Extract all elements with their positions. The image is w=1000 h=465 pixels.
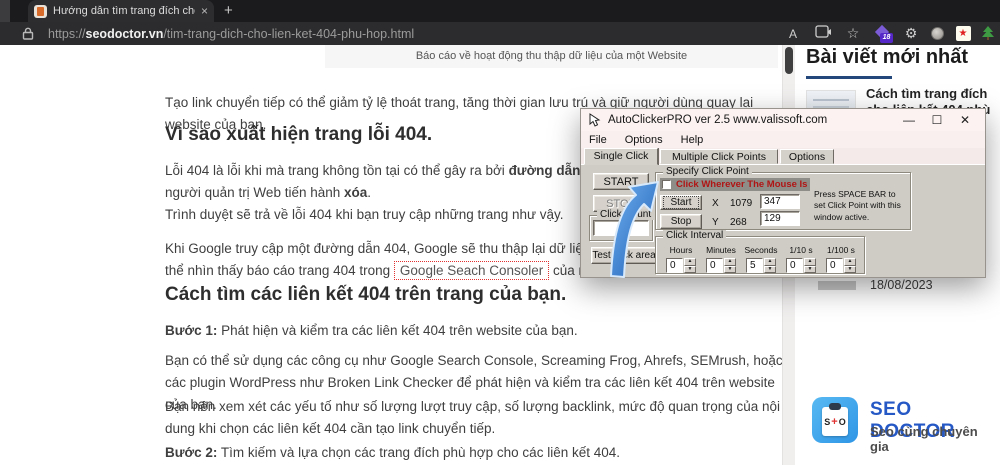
seconds-spinner[interactable]: 5 ▲▼: [746, 258, 776, 273]
extension-icon-star[interactable]: ★: [950, 26, 976, 41]
hundredths-label: 1/100 s: [822, 245, 860, 255]
sidebar-heading: Bài viết mới nhất: [806, 46, 968, 69]
extension-icon-purple[interactable]: 18: [868, 22, 898, 45]
tenths-label: 1/10 s: [782, 245, 820, 255]
y-position: 268: [730, 217, 747, 228]
step2-label: Bước 2:: [165, 445, 217, 460]
url-path: /tim-trang-dich-cho-lien-ket-404-phu-hop…: [163, 27, 414, 41]
menu-help[interactable]: Help: [681, 134, 704, 146]
minimize-button[interactable]: —: [895, 113, 923, 127]
tenths-spinner[interactable]: 0 ▲▼: [786, 258, 816, 273]
post-date: 18/08/2023: [870, 278, 933, 292]
sidebar-heading-underline: [806, 76, 892, 79]
y-label: Y: [712, 217, 719, 228]
y-input[interactable]: 129: [760, 211, 800, 226]
menu-options[interactable]: Options: [625, 134, 663, 146]
article-paragraph-7: Bạn nên xem xét các yếu tố như số lượng …: [165, 396, 783, 440]
hundredths-spinner[interactable]: 0 ▲▼: [826, 258, 856, 273]
site-logo[interactable]: S+O SEO DOCTOR Seo cùng chuyên gia: [812, 397, 998, 445]
menu-file[interactable]: File: [589, 134, 607, 146]
post-meta-remnant: [818, 281, 856, 290]
mouse-follow-strip: Click Wherever The Mouse Is: [660, 178, 810, 191]
seconds-down-icon[interactable]: ▼: [764, 266, 776, 274]
seconds-up-icon[interactable]: ▲: [764, 258, 776, 266]
hours-up-icon[interactable]: ▲: [684, 258, 696, 266]
minutes-spinner[interactable]: 0 ▲▼: [706, 258, 736, 273]
tenths-up-icon[interactable]: ▲: [804, 258, 816, 266]
spacebar-hint: Press SPACE BAR to set Click Point with …: [814, 189, 906, 223]
window-corner: [0, 0, 10, 22]
click-interval-group: Click Interval Hours 0 ▲▼ Minutes 0 ▲▼: [655, 236, 865, 274]
x-position: 1079: [730, 198, 752, 209]
page-scrollbar-thumb[interactable]: [785, 47, 793, 74]
autoclicker-titlebar[interactable]: AutoClickerPRO ver 2.5 www.valissoft.com…: [581, 109, 985, 131]
x-input[interactable]: 347: [760, 194, 800, 209]
hundredths-up-icon[interactable]: ▲: [844, 258, 856, 266]
text-size-icon[interactable]: A: [778, 27, 808, 41]
extension-icon-tree[interactable]: [976, 26, 1000, 41]
bold-delete: xóa: [344, 185, 367, 200]
step1-label: Bước 1:: [165, 323, 217, 338]
autoclicker-window-controls: — ☐ ✕: [895, 109, 979, 131]
tab-multiple-click-points[interactable]: Multiple Click Points: [660, 149, 778, 164]
toolbar-icons: A ☆ 18 ⚙ ★: [778, 22, 1000, 45]
minutes-label: Minutes: [702, 245, 740, 255]
tab-single-click[interactable]: Single Click: [584, 148, 658, 165]
tab-title: Hướng dẫn tìm trang đích cho liên kết 40…: [53, 5, 195, 17]
autoclicker-menubar: File Options Help: [581, 131, 985, 148]
interval-minutes: Minutes 0 ▲▼: [702, 245, 740, 273]
autoclicker-title: AutoClickerPRO ver 2.5 www.valissoft.com: [608, 114, 827, 126]
image-caption: Báo cáo về hoạt động thu thập dữ liệu củ…: [325, 45, 778, 68]
specify-group-label: Specify Click Point: [663, 166, 752, 177]
extension-icon-coin[interactable]: [924, 27, 950, 40]
click-interval-label: Click Interval: [663, 230, 726, 241]
tenths-down-icon[interactable]: ▼: [804, 266, 816, 274]
interval-tenths: 1/10 s 0 ▲▼: [782, 245, 820, 273]
url-text[interactable]: https://seodoctor.vn/tim-trang-dich-cho-…: [48, 27, 414, 41]
tab-options[interactable]: Options: [780, 149, 834, 164]
screen: Hướng dẫn tìm trang đích cho liên kết 40…: [0, 0, 1000, 465]
logo-clipboard-icon: S+O: [812, 397, 858, 443]
x-label: X: [712, 198, 719, 209]
settings-gear-icon[interactable]: ⚙: [898, 25, 924, 42]
specify-click-point-group: Specify Click Point Click Wherever The M…: [655, 172, 911, 230]
mouse-follow-label: Click Wherever The Mouse Is: [676, 179, 807, 190]
url-protocol: https://: [48, 27, 86, 41]
autoclicker-tabs: Single Click Multiple Click Points Optio…: [581, 148, 985, 164]
maximize-button[interactable]: ☐: [923, 113, 951, 127]
clipboard-monogram: S+O: [822, 407, 848, 436]
browser-tab[interactable]: Hướng dẫn tìm trang đích cho liên kết 40…: [28, 0, 214, 22]
interval-hundredths: 1/100 s 0 ▲▼: [822, 245, 860, 273]
interval-seconds: Seconds 5 ▲▼: [742, 245, 780, 273]
immersive-reader-icon[interactable]: [808, 25, 838, 43]
tab-favicon-icon: [34, 5, 47, 18]
browser-tab-bar: Hướng dẫn tìm trang đích cho liên kết 40…: [0, 0, 1000, 22]
new-tab-button[interactable]: +: [224, 2, 233, 19]
red-plus-icon: +: [831, 416, 837, 428]
logo-tagline: Seo cùng chuyên gia: [870, 424, 998, 454]
hundredths-down-icon[interactable]: ▼: [844, 266, 856, 274]
minutes-down-icon[interactable]: ▼: [724, 266, 736, 274]
cursor-app-icon: [588, 113, 601, 127]
seconds-label: Seconds: [742, 245, 780, 255]
google-search-console-tag: Google Seach Consoler: [394, 261, 549, 280]
article-paragraph-step2: Bước 2: Tìm kiếm và lựa chọn các trang đ…: [165, 442, 783, 464]
close-button[interactable]: ✕: [951, 113, 979, 127]
hours-spinner[interactable]: 0 ▲▼: [666, 258, 696, 273]
ssl-lock-icon[interactable]: [22, 27, 34, 40]
favorites-star-icon[interactable]: ☆: [838, 25, 868, 42]
section-heading-find-404: Cách tìm các liên kết 404 trên trang của…: [165, 284, 783, 306]
address-bar[interactable]: https://seodoctor.vn/tim-trang-dich-cho-…: [0, 22, 1000, 45]
article-paragraph-step1: Bước 1: Phát hiện và kiểm tra các liên k…: [165, 320, 783, 342]
annotation-arrow-icon: [596, 176, 668, 280]
minutes-up-icon[interactable]: ▲: [724, 258, 736, 266]
tab-close-icon[interactable]: ×: [201, 5, 208, 17]
hours-down-icon[interactable]: ▼: [684, 266, 696, 274]
extension-badge: 18: [880, 33, 893, 43]
url-domain: seodoctor.vn: [86, 27, 164, 41]
